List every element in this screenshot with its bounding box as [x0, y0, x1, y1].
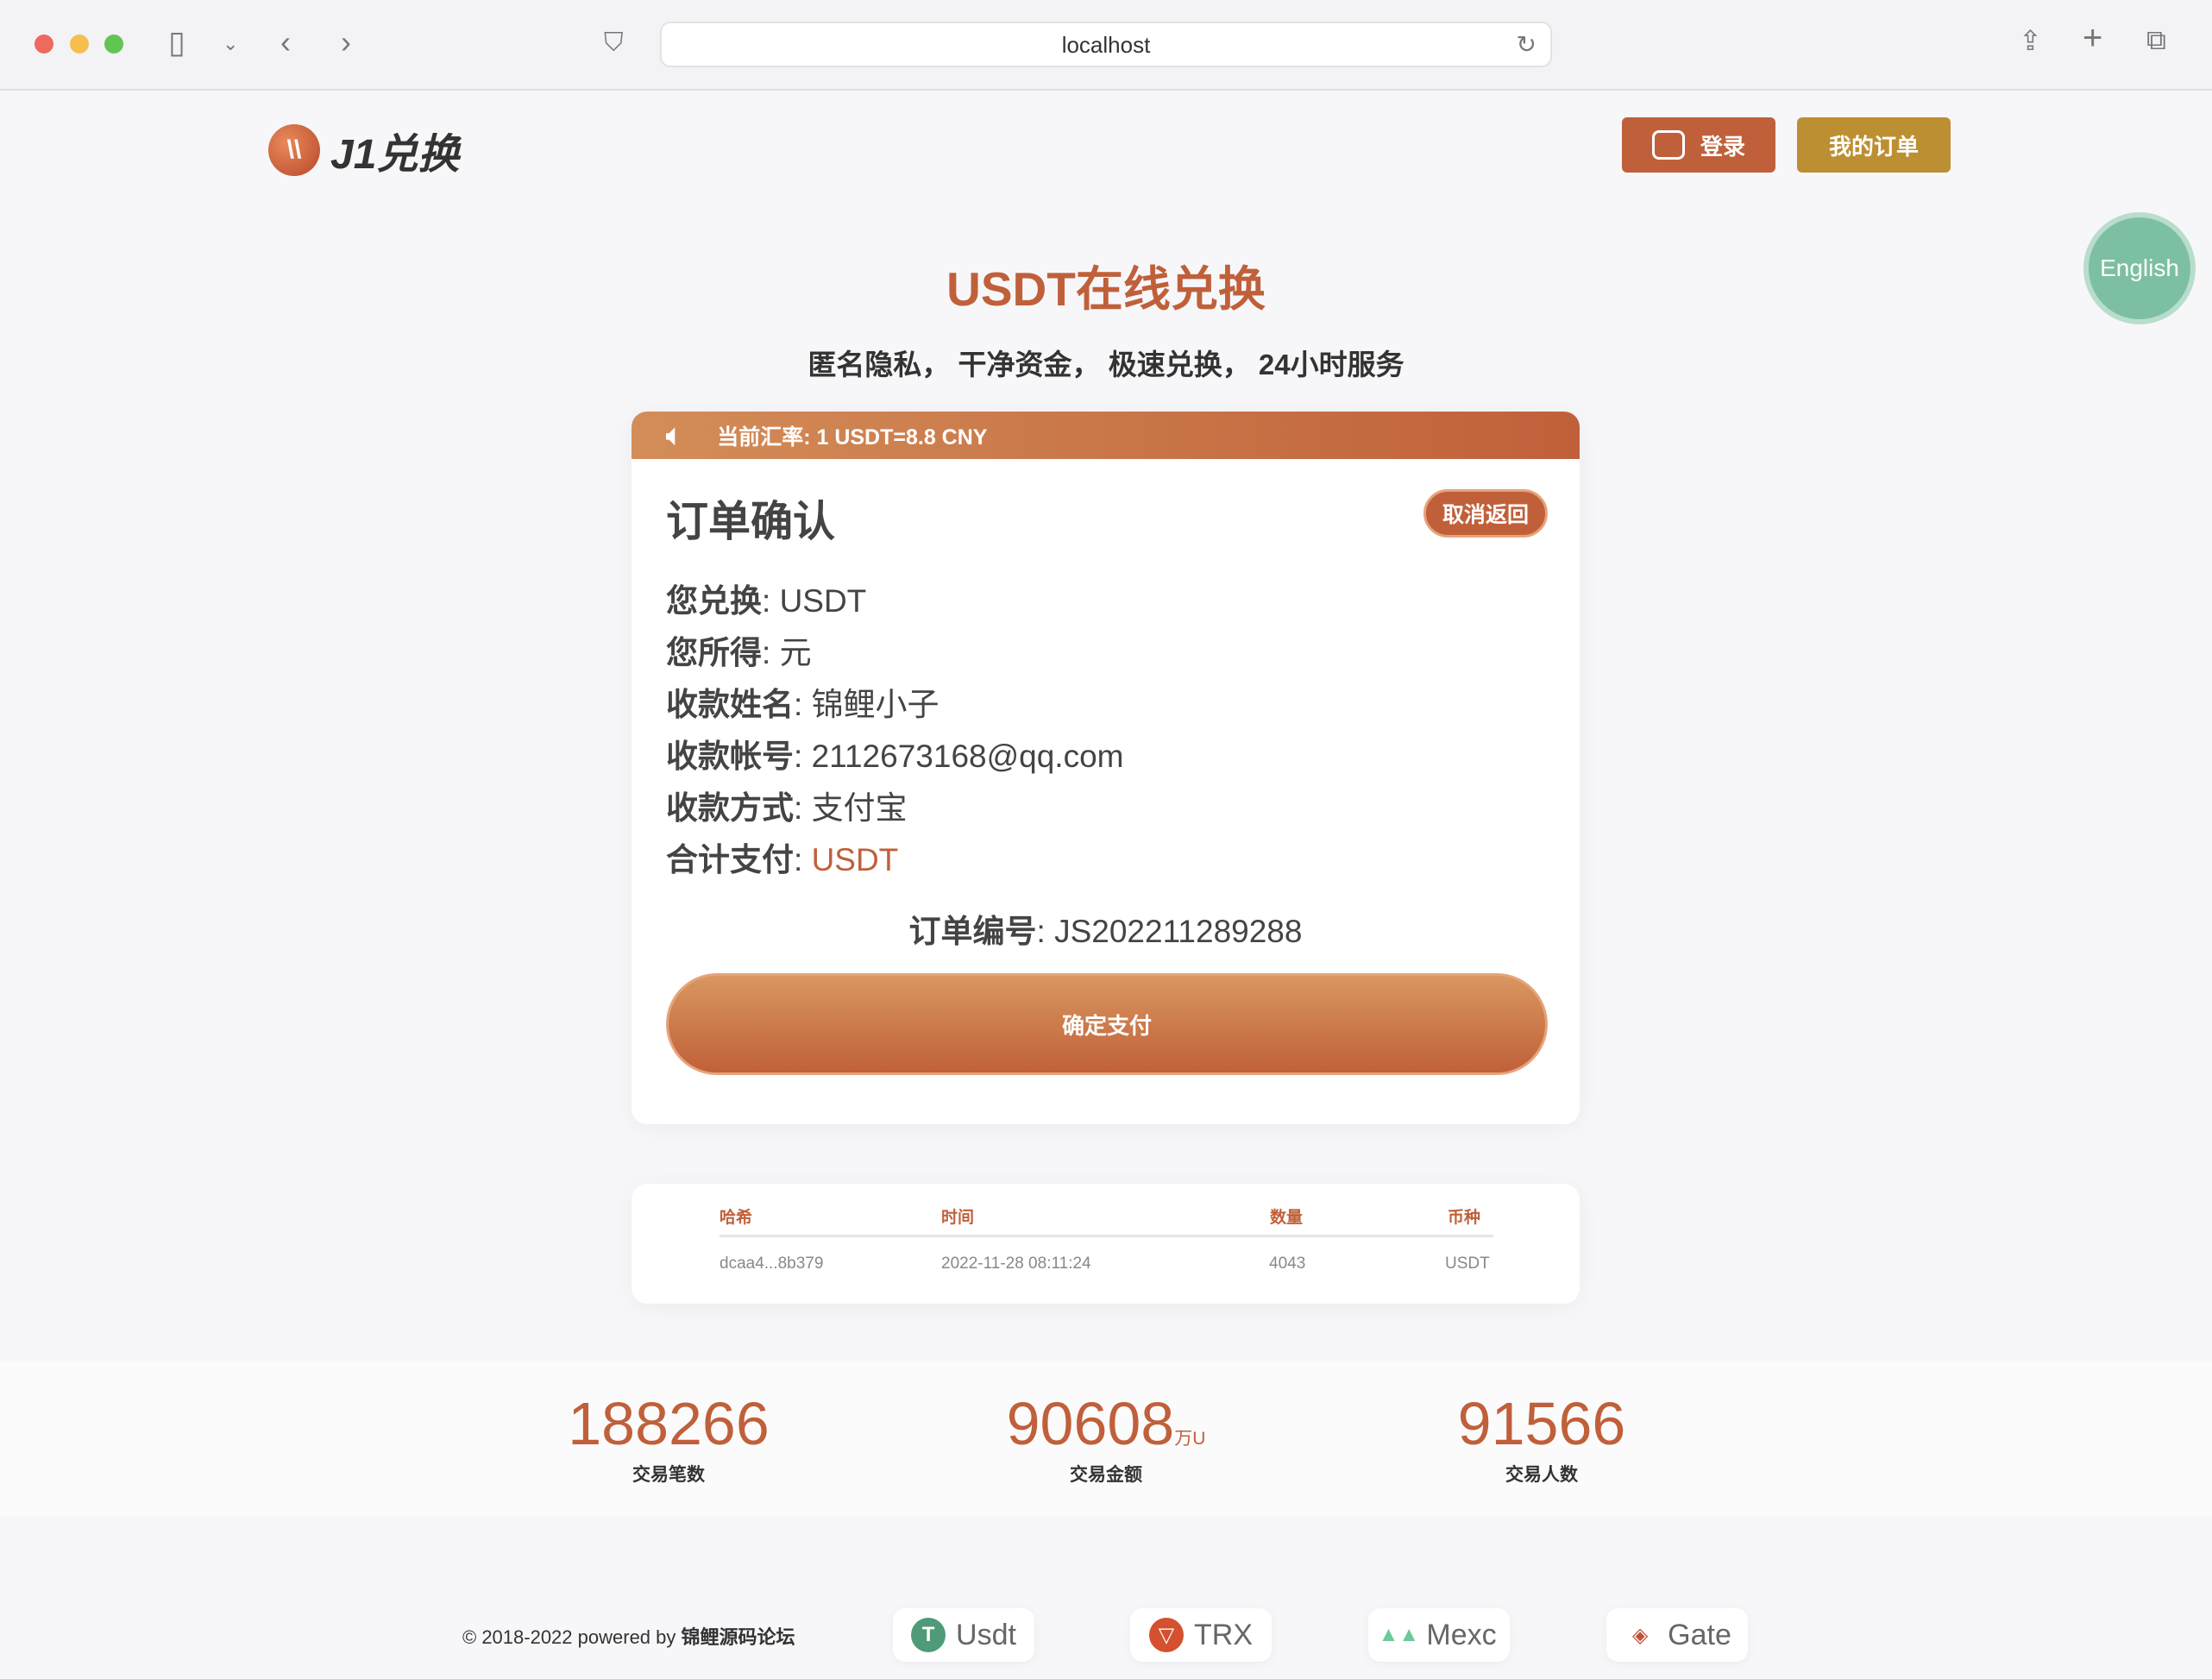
stat-users: 91566	[1457, 1390, 1626, 1457]
badge-trx[interactable]: ▽ TRX	[1130, 1608, 1272, 1662]
field-exchange: 您兑换: USDT	[666, 583, 867, 619]
forward-icon[interactable]: ›	[341, 24, 351, 60]
new-tab-icon[interactable]: +	[2083, 19, 2102, 58]
rate-banner: 🔈︎ 当前汇率: 1 USDT=8.8 CNY	[632, 412, 1580, 459]
header-amount: 数量	[1270, 1209, 1304, 1227]
tabs-overview-icon[interactable]: ⧉	[2146, 24, 2166, 57]
maximize-window-button[interactable]	[104, 35, 123, 53]
page-subtitle: 匿名隐私， 干净资金， 极速兑换， 24小时服务	[808, 349, 1404, 380]
shield-icon: ⛉	[604, 28, 624, 57]
logo-text: J1兑换	[330, 132, 460, 178]
reload-icon[interactable]: ↻	[1517, 23, 1536, 66]
cancel-return-button[interactable]: 取消返回	[1423, 489, 1548, 538]
header-currency: 币种	[1448, 1209, 1481, 1227]
logo[interactable]: \\ J1兑换	[268, 120, 459, 180]
confirm-payment-button[interactable]: 确定支付	[666, 973, 1548, 1075]
field-payee-name: 收款姓名: 锦鲤小子	[666, 687, 939, 722]
stat-users-label: 交易人数	[1505, 1465, 1578, 1485]
badge-mexc[interactable]: ▲▲ Mexc	[1368, 1608, 1510, 1662]
order-title: 订单确认	[666, 499, 836, 545]
brand-link[interactable]: 锦鲤源码论坛	[682, 1626, 795, 1648]
header-hash: 哈希	[720, 1209, 753, 1227]
my-orders-button[interactable]: 我的订单	[1797, 117, 1951, 173]
tether-icon: T	[911, 1618, 946, 1652]
header-time: 时间	[941, 1209, 975, 1227]
field-payee-account: 收款帐号: 2112673168@qq.com	[666, 739, 1124, 774]
field-receive: 您所得: 元	[666, 635, 812, 670]
page-title: USDT在线兑换	[946, 262, 1266, 316]
share-icon[interactable]: ⇪	[2019, 24, 2042, 57]
gate-icon: ◈	[1631, 1623, 1649, 1647]
speaker-icon: 🔈︎	[666, 418, 683, 450]
stat-trades: 188266	[568, 1390, 770, 1457]
order-number: 订单编号: JS202211289288	[908, 914, 1303, 949]
field-payment-method: 收款方式: 支付宝	[666, 790, 908, 826]
stat-volume-label: 交易金额	[1070, 1465, 1142, 1485]
table-divider	[720, 1235, 1493, 1237]
sidebar-icon[interactable]: ▯	[168, 24, 185, 60]
browser-toolbar: ▯ ⌄ ‹ › ⛉ localhost ↻ ⇪ + ⧉	[0, 0, 2212, 91]
login-button[interactable]: 登录	[1622, 117, 1775, 173]
login-label: 登录	[1700, 133, 1745, 160]
cell-currency: USDT	[1445, 1255, 1490, 1273]
cell-amount: 4043	[1269, 1255, 1306, 1273]
copyright: © 2018-2022 powered by 锦鲤源码论坛	[462, 1626, 795, 1648]
mexc-icon: ▲▲	[1378, 1623, 1420, 1646]
url-text: localhost	[1061, 32, 1151, 58]
cell-hash: dcaa4...8b379	[720, 1255, 824, 1273]
transactions-table	[632, 1184, 1580, 1304]
stat-trades-label: 交易笔数	[632, 1465, 705, 1485]
stat-volume: 90608万U	[1006, 1390, 1206, 1457]
badge-usdt[interactable]: T Usdt	[893, 1608, 1034, 1662]
minimize-window-button[interactable]	[70, 35, 89, 53]
cell-time: 2022-11-28 08:11:24	[941, 1255, 1091, 1273]
badge-gate[interactable]: ◈ Gate	[1606, 1608, 1748, 1662]
chevron-down-icon[interactable]: ⌄	[223, 33, 238, 55]
rate-text: 当前汇率: 1 USDT=8.8 CNY	[717, 424, 988, 450]
address-bar[interactable]: localhost ↻	[660, 22, 1552, 67]
logo-icon: \\	[268, 124, 320, 176]
tron-icon: ▽	[1149, 1618, 1184, 1652]
wallet-icon	[1651, 130, 1685, 160]
field-total: 合计支付: USDT	[666, 842, 899, 877]
close-window-button[interactable]	[35, 35, 53, 53]
back-icon[interactable]: ‹	[280, 24, 291, 60]
